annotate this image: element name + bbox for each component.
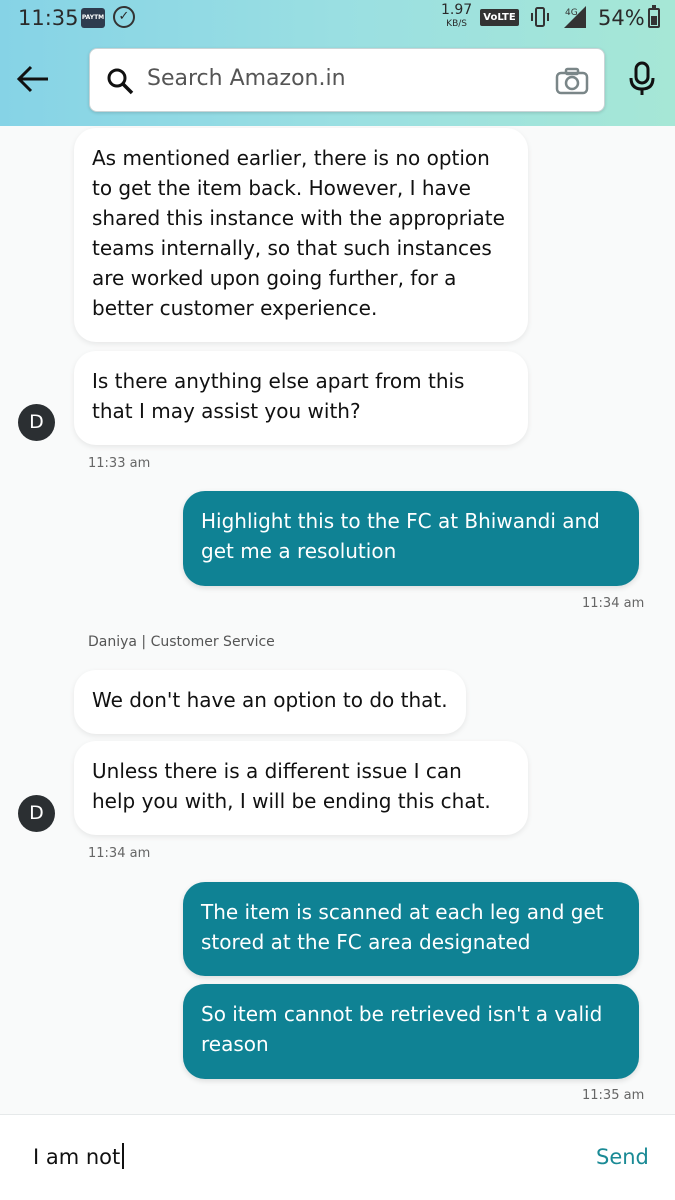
outgoing-message: Highlight this to the FC at Bhiwandi and… [183,491,639,586]
network-type: 4G [565,8,578,18]
incoming-message: As mentioned earlier, there is no option… [74,128,528,342]
net-speed-value: 1.97 [441,2,473,18]
message-input-text: I am not [33,1145,121,1169]
volte-icon: VoLTE [480,9,519,26]
camera-icon[interactable] [555,67,589,95]
status-time: 11:35 [18,6,79,30]
paytm-icon: PAYTM [81,8,105,28]
net-speed-unit: KB/S [446,19,467,29]
incoming-message: Is there anything else apart from this t… [74,351,528,445]
check-icon: ✓ [113,6,135,28]
agent-avatar: D [18,795,55,832]
send-button[interactable]: Send [596,1145,649,1169]
agent-label: Daniya | Customer Service [88,634,275,650]
text-cursor [122,1143,125,1169]
vibrate-icon [531,7,549,27]
microphone-icon[interactable] [627,61,657,97]
incoming-message: Unless there is a different issue I can … [74,741,528,835]
battery-icon [648,5,660,28]
signal-icon: 4G [564,6,586,28]
outgoing-message: So item cannot be retrieved isn't a vali… [183,984,639,1079]
top-bar: 11:35 PAYTM ✓ 1.97 KB/S VoLTE 4G 54% Sea… [0,0,675,126]
search-input[interactable]: Search Amazon.in [147,66,346,91]
status-bar: 11:35 PAYTM ✓ 1.97 KB/S VoLTE 4G 54% [0,0,675,38]
chat-area[interactable]: As mentioned earlier, there is no option… [0,126,675,1114]
incoming-message: We don't have an option to do that. [74,670,466,734]
message-composer: I am not Send [0,1114,675,1200]
agent-avatar: D [18,404,55,441]
battery-percent: 54% [598,6,645,30]
message-timestamp: 11:33 am [88,456,151,471]
message-timestamp: 11:35 am [582,1088,645,1103]
net-speed: 1.97 KB/S [441,3,472,31]
search-icon [107,68,134,95]
outgoing-message: The item is scanned at each leg and get … [183,882,639,976]
message-timestamp: 11:34 am [88,846,151,861]
message-input[interactable]: I am not [33,1143,125,1169]
back-arrow-icon[interactable] [16,62,50,96]
message-timestamp: 11:34 am [582,596,645,611]
search-box[interactable]: Search Amazon.in [89,48,605,112]
